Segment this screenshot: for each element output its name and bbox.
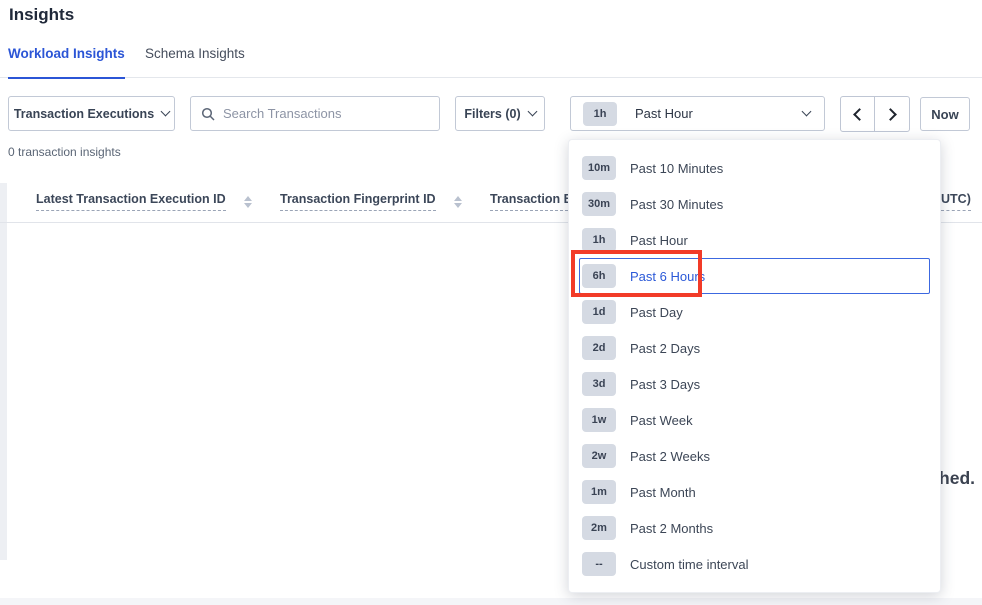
tab-bar: Workload Insights Schema Insights <box>0 46 982 78</box>
time-option-label: Past Hour <box>630 233 688 248</box>
time-option-label: Past 2 Months <box>630 521 713 536</box>
time-option-past-10-minutes[interactable]: 10m Past 10 Minutes <box>579 150 930 186</box>
chevron-down-icon <box>802 107 812 117</box>
time-range-label: Past Hour <box>635 106 693 121</box>
time-option-past-3-days[interactable]: 3d Past 3 Days <box>579 366 930 402</box>
time-option-custom-interval[interactable]: -- Custom time interval <box>579 546 930 582</box>
chevron-left-icon <box>853 108 866 121</box>
previous-interval-button[interactable] <box>841 97 875 131</box>
workload-type-label: Transaction Executions <box>14 107 154 121</box>
time-option-label: Past 6 Hours <box>630 269 705 284</box>
workload-type-select[interactable]: Transaction Executions <box>8 96 175 131</box>
time-option-badge: 30m <box>582 192 616 216</box>
time-option-past-30-minutes[interactable]: 30m Past 30 Minutes <box>579 186 930 222</box>
filters-label: Filters (0) <box>464 107 520 121</box>
tab-schema-insights[interactable]: Schema Insights <box>145 46 245 77</box>
column-header-latest-txn-execution-id: Latest Transaction Execution ID <box>36 192 252 208</box>
time-option-past-day[interactable]: 1d Past Day <box>579 294 930 330</box>
page-bottom-edge <box>0 598 982 605</box>
search-icon <box>201 107 215 121</box>
time-range-dropdown: 10m Past 10 Minutes 30m Past 30 Minutes … <box>568 139 941 593</box>
time-option-label: Past 30 Minutes <box>630 197 723 212</box>
time-nav-arrows <box>840 96 910 132</box>
time-option-badge: 1d <box>582 300 616 324</box>
search-box[interactable] <box>190 96 440 131</box>
time-option-badge: 2w <box>582 444 616 468</box>
column-header-label[interactable]: UTC) <box>941 192 971 211</box>
time-option-badge: 1h <box>582 228 616 252</box>
time-option-label: Past 2 Days <box>630 341 700 356</box>
time-option-past-2-months[interactable]: 2m Past 2 Months <box>579 510 930 546</box>
search-input[interactable] <box>223 106 429 121</box>
time-option-past-2-weeks[interactable]: 2w Past 2 Weeks <box>579 438 930 474</box>
time-range-badge: 1h <box>583 102 617 126</box>
table-left-edge <box>0 183 7 560</box>
next-interval-button[interactable] <box>875 97 909 131</box>
time-option-badge: 1m <box>582 480 616 504</box>
tab-workload-insights[interactable]: Workload Insights <box>8 46 125 77</box>
page-title: Insights <box>9 5 74 25</box>
column-header-label[interactable]: Latest Transaction Execution ID <box>36 192 226 211</box>
time-range-select[interactable]: 1h Past Hour <box>570 96 825 131</box>
filters-button[interactable]: Filters (0) <box>455 96 545 131</box>
time-option-badge: 3d <box>582 372 616 396</box>
time-option-badge: 10m <box>582 156 616 180</box>
time-option-label: Past 3 Days <box>630 377 700 392</box>
time-option-past-month[interactable]: 1m Past Month <box>579 474 930 510</box>
time-option-past-2-days[interactable]: 2d Past 2 Days <box>579 330 930 366</box>
time-option-label: Custom time interval <box>630 557 748 572</box>
now-label: Now <box>931 107 958 122</box>
time-option-badge: 1w <box>582 408 616 432</box>
time-option-badge: 6h <box>582 264 616 288</box>
time-option-past-hour[interactable]: 1h Past Hour <box>579 222 930 258</box>
time-option-past-week[interactable]: 1w Past Week <box>579 402 930 438</box>
sort-icon[interactable] <box>244 196 252 208</box>
column-header-txn-fingerprint-id: Transaction Fingerprint ID <box>280 192 462 208</box>
active-tab-underline <box>8 77 125 79</box>
column-header-label[interactable]: Transaction Fingerprint ID <box>280 192 436 211</box>
insights-count-text: 0 transaction insights <box>8 145 121 159</box>
tab-workload-label: Workload Insights <box>8 46 125 61</box>
tab-schema-label: Schema Insights <box>145 46 245 61</box>
time-option-past-6-hours[interactable]: 6h Past 6 Hours <box>579 258 930 294</box>
chevron-down-icon <box>527 107 537 117</box>
time-option-badge: 2d <box>582 336 616 360</box>
column-header-time-utc: UTC) <box>941 192 971 206</box>
time-option-label: Past 10 Minutes <box>630 161 723 176</box>
now-button[interactable]: Now <box>920 97 970 131</box>
chevron-right-icon <box>884 108 897 121</box>
time-option-label: Past Week <box>630 413 693 428</box>
sort-icon[interactable] <box>454 196 462 208</box>
time-option-label: Past 2 Weeks <box>630 449 710 464</box>
time-option-label: Past Day <box>630 305 683 320</box>
time-option-label: Past Month <box>630 485 696 500</box>
insights-page: Insights Workload Insights Schema Insigh… <box>0 0 982 605</box>
chevron-down-icon <box>161 107 171 117</box>
time-option-badge: 2m <box>582 516 616 540</box>
time-option-badge: -- <box>582 552 616 576</box>
